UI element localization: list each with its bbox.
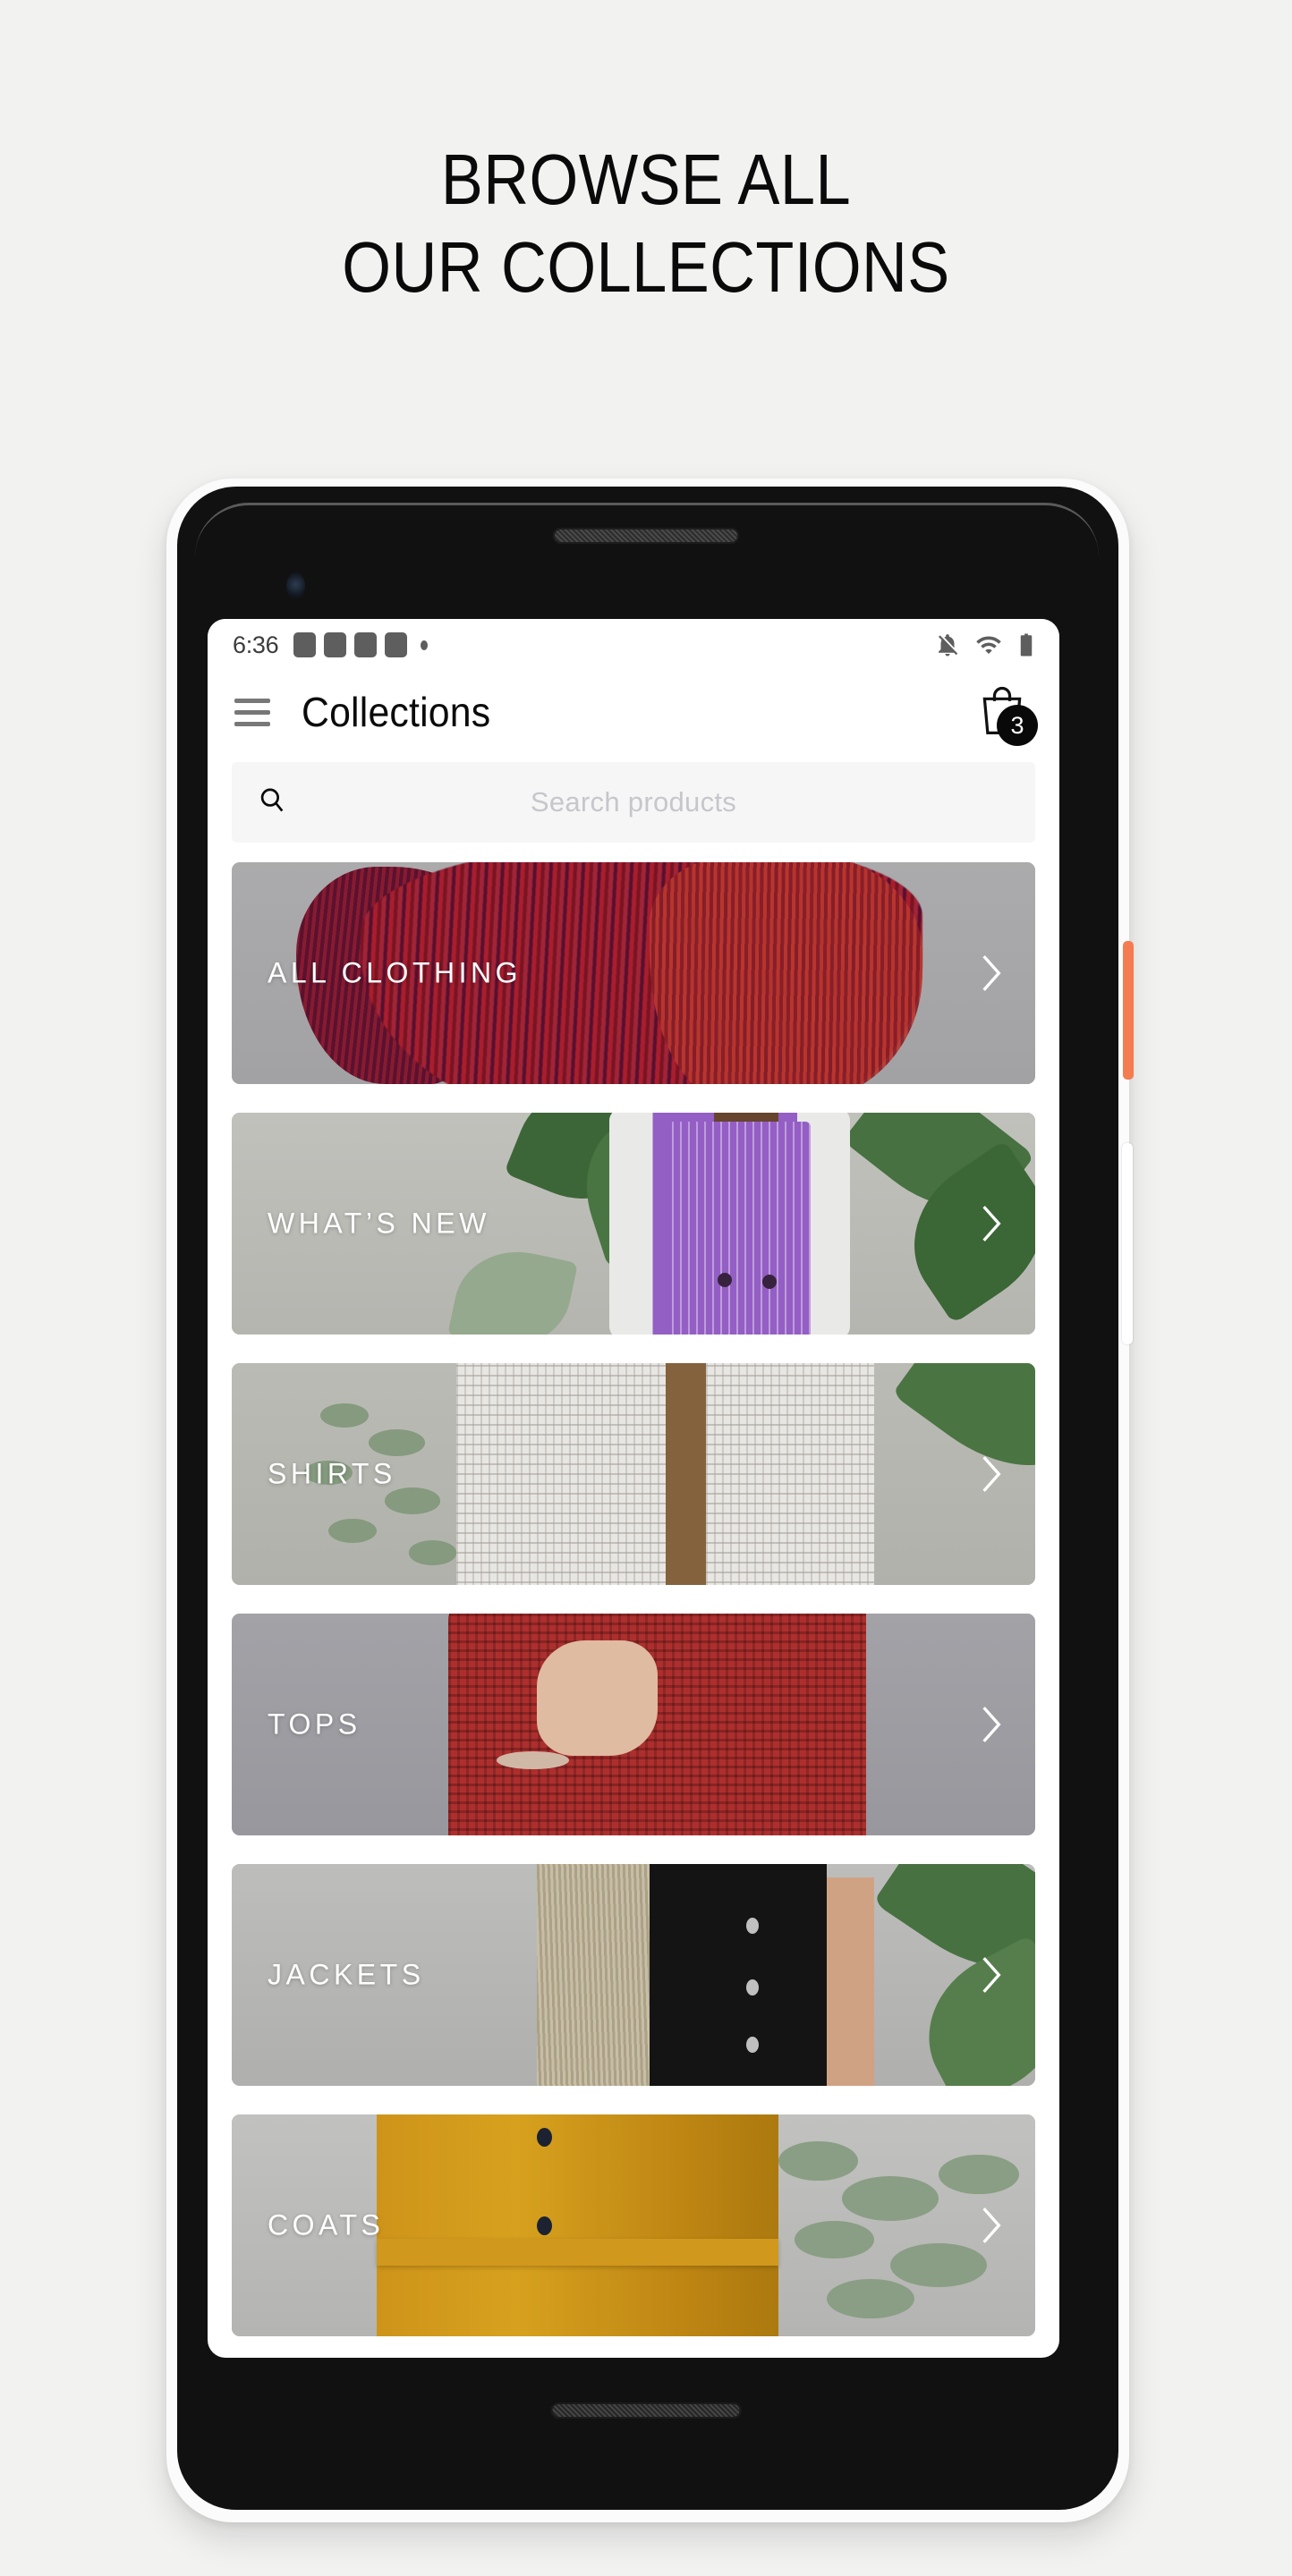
battery-icon bbox=[1020, 633, 1033, 657]
page-title: BROWSE ALL OUR COLLECTIONS bbox=[78, 136, 1215, 310]
collection-label: TOPS bbox=[268, 1707, 361, 1741]
hamburger-line bbox=[234, 709, 270, 715]
power-button[interactable] bbox=[1123, 941, 1134, 1080]
collection-card-tops[interactable]: TOPS bbox=[232, 1614, 1035, 1835]
search-icon bbox=[257, 785, 287, 820]
hamburger-line bbox=[234, 721, 270, 726]
chevron-right-icon bbox=[980, 1704, 1003, 1745]
collection-card-all-clothing[interactable]: ALL CLOTHING bbox=[232, 862, 1035, 1084]
cart-button[interactable]: 3 bbox=[972, 680, 1038, 746]
collection-card-whats-new[interactable]: WHAT’S NEW bbox=[232, 1113, 1035, 1335]
app-bar: Collections 3 bbox=[208, 671, 1059, 753]
earpiece-speaker bbox=[553, 528, 739, 544]
collection-card-shirts[interactable]: SHIRTS bbox=[232, 1363, 1035, 1585]
collections-list: ALL CLOTHING WHAT’S NEW SHIRTS TOPS JACK… bbox=[208, 862, 1059, 2336]
notification-dot-icon bbox=[421, 640, 429, 650]
collection-card-coats[interactable]: COATS bbox=[232, 2114, 1035, 2336]
notification-square-icon bbox=[324, 632, 347, 657]
collection-label: JACKETS bbox=[268, 1958, 425, 1991]
front-camera bbox=[286, 572, 305, 599]
search-placeholder: Search products bbox=[530, 786, 737, 818]
wifi-icon bbox=[976, 636, 1001, 654]
page-title-line-1: BROWSE ALL bbox=[440, 140, 852, 219]
notification-square-icon bbox=[293, 632, 317, 657]
page-title-line-2: OUR COLLECTIONS bbox=[342, 226, 950, 307]
page-header-title: Collections bbox=[302, 689, 491, 735]
notification-square-icon bbox=[385, 632, 408, 657]
volume-button[interactable] bbox=[1122, 1143, 1133, 1344]
bottom-speaker bbox=[550, 2402, 742, 2419]
notifications-off-icon bbox=[939, 634, 958, 657]
collection-label: ALL CLOTHING bbox=[268, 956, 522, 989]
status-bar: 6:36 bbox=[208, 619, 1059, 671]
collection-label: WHAT’S NEW bbox=[268, 1207, 490, 1240]
status-time: 6:36 bbox=[233, 631, 279, 658]
hamburger-menu-icon[interactable] bbox=[234, 698, 270, 726]
collection-label: SHIRTS bbox=[268, 1457, 396, 1490]
chevron-right-icon bbox=[980, 1203, 1003, 1244]
chevron-right-icon bbox=[980, 953, 1003, 994]
search-section: Search products bbox=[208, 753, 1059, 862]
chevron-right-icon bbox=[980, 2205, 1003, 2246]
cart-badge: 3 bbox=[997, 705, 1038, 746]
notification-square-icon bbox=[354, 632, 378, 657]
chevron-right-icon bbox=[980, 1453, 1003, 1495]
search-input[interactable]: Search products bbox=[232, 762, 1035, 843]
status-bar-right bbox=[934, 631, 1036, 658]
hamburger-line bbox=[234, 698, 270, 703]
collection-card-jackets[interactable]: JACKETS bbox=[232, 1864, 1035, 2086]
chevron-right-icon bbox=[980, 1954, 1003, 1996]
phone-screen: 6:36 Collections 3 Search products ALL C… bbox=[208, 619, 1059, 2358]
notification-icons bbox=[293, 632, 408, 657]
collection-label: COATS bbox=[268, 2208, 385, 2241]
